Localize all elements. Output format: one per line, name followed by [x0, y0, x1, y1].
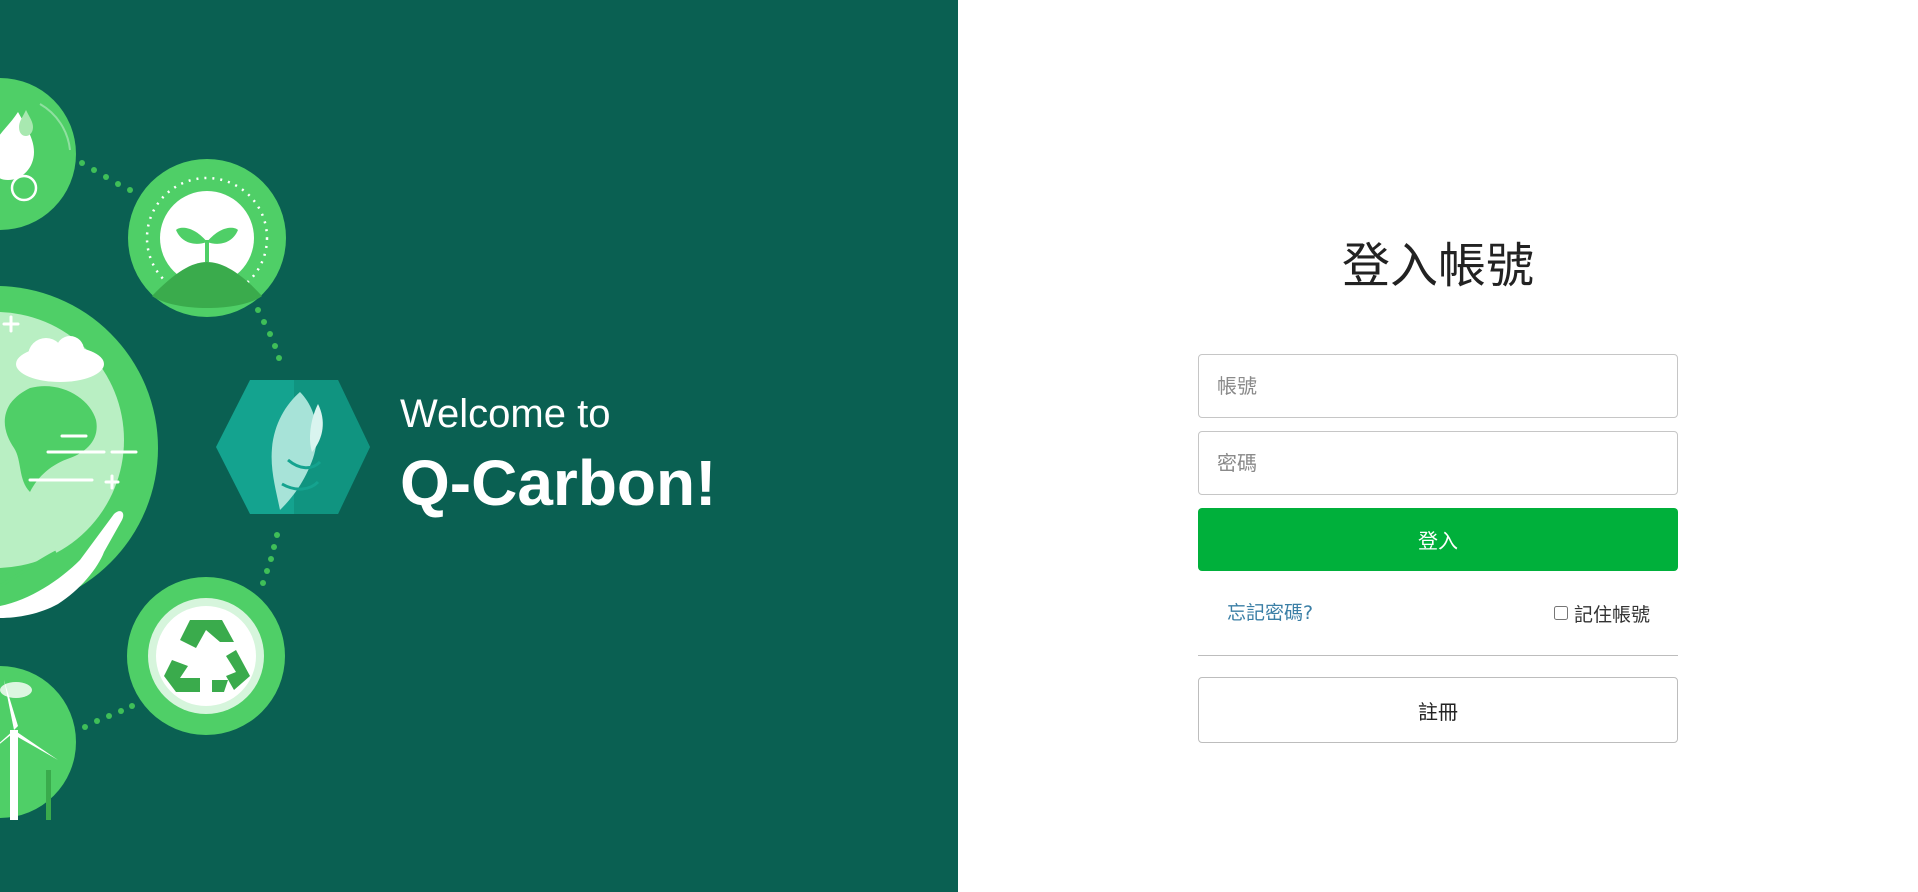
welcome-text: Welcome to: [400, 392, 611, 436]
forgot-password-link[interactable]: 忘記密碼?: [1227, 598, 1313, 625]
brand-name: Q-Carbon!: [400, 447, 717, 519]
wind-turbine-icon: [0, 666, 76, 820]
sprout-icon: [128, 159, 286, 317]
recycle-icon: [127, 577, 285, 735]
page-title: 登入帳號: [1341, 238, 1534, 294]
divider: [1198, 655, 1678, 656]
earth-hand-icon: [0, 286, 158, 618]
register-button[interactable]: 註冊: [1198, 677, 1678, 743]
eco-illustration: [0, 78, 370, 820]
leaf-logo-icon: [216, 380, 370, 514]
water-drop-icon: [0, 78, 76, 230]
remember-account[interactable]: 記住帳號: [1554, 600, 1650, 626]
welcome-panel: Welcome to Q-Carbon!: [0, 0, 958, 892]
remember-checkbox[interactable]: [1554, 606, 1568, 620]
account-field[interactable]: [1198, 354, 1678, 418]
remember-label: 記住帳號: [1574, 603, 1651, 626]
login-button[interactable]: 登入: [1198, 508, 1678, 571]
password-field[interactable]: [1198, 431, 1678, 495]
